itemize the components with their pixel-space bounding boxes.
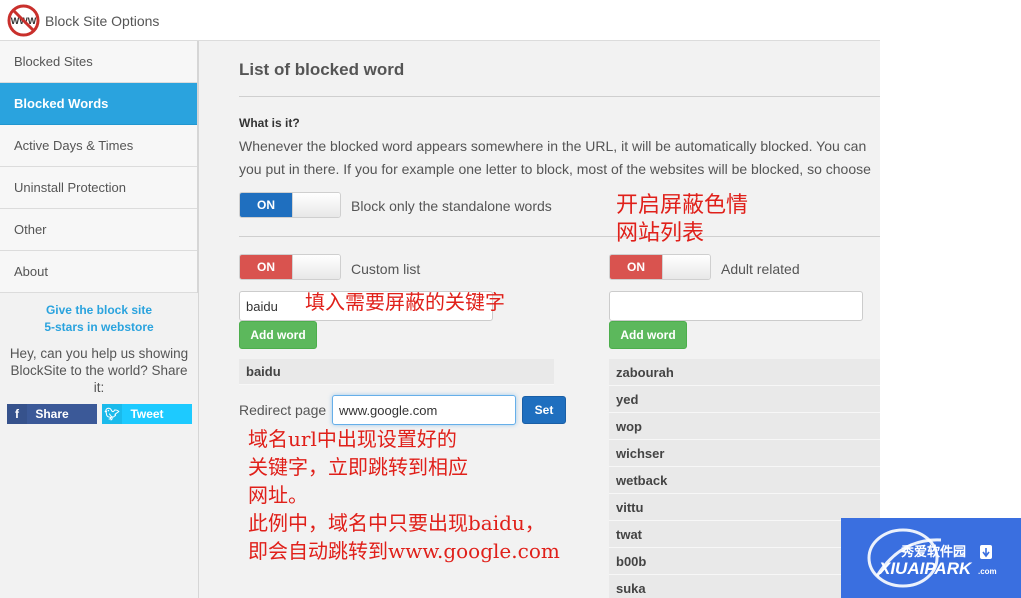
twitter-tweet-label: Tweet (130, 407, 164, 421)
redirect-url-input[interactable] (332, 395, 516, 425)
redirect-annotation-line5: 即会自动跳转到www.google.com (248, 539, 560, 563)
redirect-label: Redirect page (239, 402, 327, 418)
custom-list-toggle[interactable]: ON (239, 254, 341, 280)
svg-text:秀爱软件园: 秀爱软件园 (900, 544, 966, 560)
adult-word-item: zabourah (609, 359, 880, 386)
share-buttons: f Share 🐦︎ Tweet (7, 404, 193, 424)
app-title: Block Site Options (45, 13, 160, 29)
header: WWW Block Site Options (0, 0, 880, 41)
set-redirect-button[interactable]: Set (522, 396, 566, 424)
promo-section: Give the block site 5-stars in webstore … (0, 302, 198, 396)
sidebar-item-blocked-sites[interactable]: Blocked Sites (0, 41, 197, 83)
adult-add-word-button[interactable]: Add word (609, 321, 687, 349)
adult-word-item: twat (609, 521, 880, 548)
toggle-knob (292, 193, 340, 217)
adult-word-item: wop (609, 413, 880, 440)
custom-toggle-state: ON (240, 255, 292, 279)
rate-link[interactable]: Give the block site 5-stars in webstore (0, 302, 198, 336)
adult-word-item: wichser (609, 440, 880, 467)
share-prompt: Hey, can you help us showing BlockSite t… (9, 346, 189, 395)
adult-annotation-line2: 网站列表 (616, 221, 705, 246)
adult-word-item: vittu (609, 494, 880, 521)
twitter-tweet-button[interactable]: 🐦︎ Tweet (102, 404, 192, 424)
adult-annotation: 开启屏蔽色情 网站列表 (616, 192, 748, 248)
sidebar-divider (198, 41, 199, 598)
watermark-logo-icon: 秀爱软件园 XIUAIPARK .com (867, 528, 997, 588)
toggle-knob (292, 255, 340, 279)
facebook-share-button[interactable]: f Share (7, 404, 97, 424)
adult-word-list: zabourah yed wop wichser wetback vittu t… (609, 359, 880, 598)
custom-add-word-button[interactable]: Add word (239, 321, 317, 349)
standalone-words-toggle[interactable]: ON (239, 192, 341, 218)
description-line1: Whenever the blocked word appears somewh… (239, 138, 867, 154)
redirect-annotation-line3: 网址。 (248, 483, 308, 507)
adult-word-item: wetback (609, 467, 880, 494)
keyword-annotation: 填入需要屏蔽的关键字 (305, 290, 505, 314)
adult-word-input[interactable] (609, 291, 863, 321)
sidebar-item-other[interactable]: Other (0, 209, 197, 251)
standalone-toggle-state: ON (240, 193, 292, 217)
adult-list-toggle[interactable]: ON (609, 254, 711, 280)
toggle-knob (662, 255, 710, 279)
block-site-logo-icon: WWW (7, 4, 40, 37)
description: Whenever the blocked word appears somewh… (239, 135, 880, 181)
sidebar-item-active-days-times[interactable]: Active Days & Times (0, 125, 197, 167)
rate-link-line2: 5-stars in webstore (44, 320, 154, 334)
adult-word-item: yed (609, 386, 880, 413)
facebook-icon: f (7, 404, 27, 424)
adult-word-item: suka (609, 575, 880, 598)
sidebar-item-blocked-words[interactable]: Blocked Words (0, 83, 197, 125)
watermark: 秀爱软件园 XIUAIPARK .com (841, 518, 1021, 598)
svg-text:XIUAIPARK: XIUAIPARK (878, 559, 973, 578)
redirect-annotation-line4: 此例中，域名中只要出现baidu， (248, 511, 545, 535)
custom-list-label: Custom list (351, 261, 421, 277)
redirect-annotation-line1: 域名url中出现设置好的 (248, 427, 457, 451)
app-window: WWW Block Site Options Blocked Sites Blo… (0, 0, 880, 598)
custom-word-item: baidu (239, 359, 554, 385)
rate-link-line1: Give the block site (45, 303, 153, 317)
title-divider (239, 96, 880, 97)
description-line2: you put in there. If you for example one… (239, 161, 871, 177)
page-title: List of blocked word (239, 60, 405, 79)
what-heading: What is it? (239, 116, 300, 130)
adult-annotation-line1: 开启屏蔽色情 (616, 193, 749, 218)
svg-text:.com: .com (978, 567, 997, 576)
facebook-share-label: Share (35, 407, 69, 421)
twitter-icon: 🐦︎ (102, 404, 122, 424)
adult-list-label: Adult related (721, 261, 800, 277)
sidebar: Blocked Sites Blocked Words Active Days … (0, 41, 198, 293)
standalone-words-label: Block only the standalone words (351, 198, 552, 214)
redirect-annotation-line2: 关键字，立即跳转到相应 (248, 455, 468, 479)
redirect-annotation: 域名url中出现设置好的 关键字，立即跳转到相应 网址。 此例中，域名中只要出现… (248, 425, 560, 565)
adult-word-item: b00b (609, 548, 880, 575)
section-divider (239, 236, 880, 237)
sidebar-item-about[interactable]: About (0, 251, 197, 293)
sidebar-item-uninstall-protection[interactable]: Uninstall Protection (0, 167, 197, 209)
adult-toggle-state: ON (610, 255, 662, 279)
